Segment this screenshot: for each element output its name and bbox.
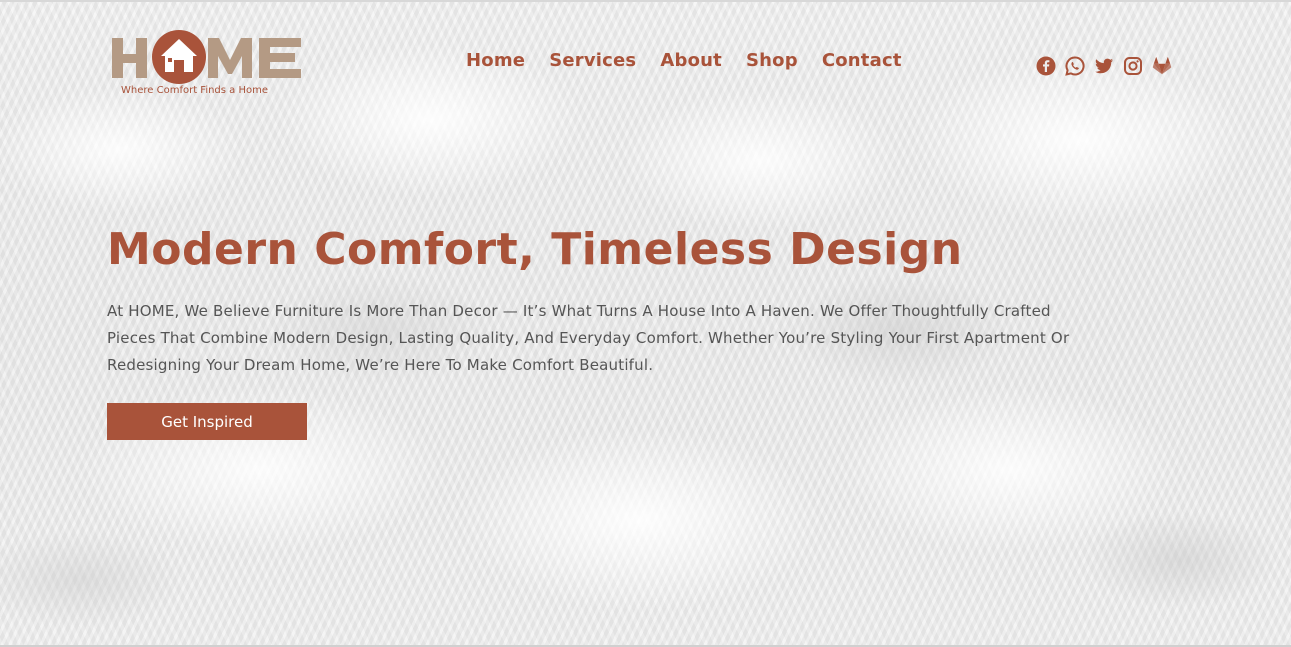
whatsapp-icon[interactable] — [1065, 56, 1085, 76]
hero-description: At HOME, We Believe Furniture Is More Th… — [107, 302, 1070, 374]
facebook-icon[interactable] — [1036, 56, 1056, 76]
twitter-icon[interactable] — [1094, 56, 1114, 76]
gitlab-icon[interactable] — [1152, 56, 1172, 76]
site-logo[interactable]: Where Comfort Finds a Home — [108, 28, 308, 100]
nav-item-shop[interactable]: Shop — [746, 50, 798, 80]
social-links — [1036, 55, 1172, 77]
logo-tagline: Where Comfort Finds a Home — [121, 85, 269, 96]
nav-item-about[interactable]: About — [660, 50, 722, 80]
nav-item-home[interactable]: Home — [466, 50, 525, 80]
hero-title: Modern Comfort, Timeless Design — [107, 224, 963, 275]
nav-item-services[interactable]: Services — [549, 50, 636, 80]
nav-item-contact[interactable]: Contact — [822, 50, 902, 80]
get-inspired-button[interactable]: Get Inspired — [107, 403, 307, 440]
top-border — [0, 0, 1291, 2]
main-nav: Home Services About Shop Contact — [466, 50, 902, 80]
instagram-icon[interactable] — [1123, 56, 1143, 76]
